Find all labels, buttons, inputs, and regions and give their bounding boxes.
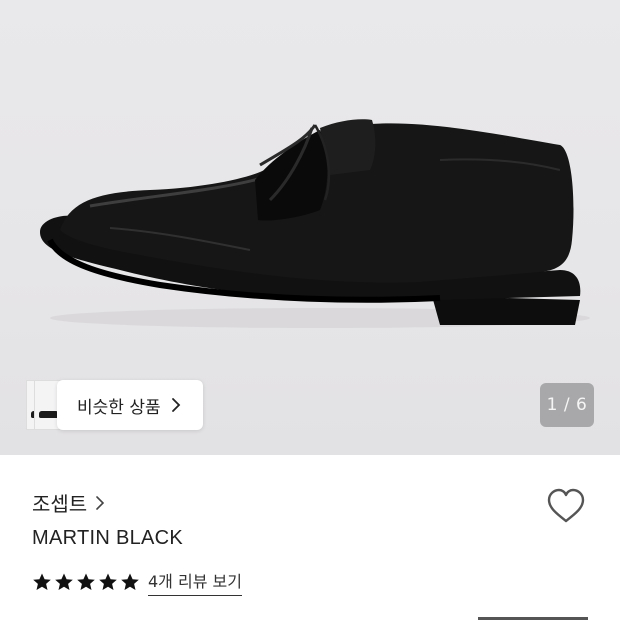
product-image-gallery[interactable]: 비슷한 상품 1 / 6 xyxy=(0,0,620,455)
image-page-indicator: 1 / 6 xyxy=(540,383,594,427)
similar-products-label: 비슷한 상품 xyxy=(77,397,161,418)
heart-outline-icon[interactable] xyxy=(545,487,587,525)
similar-products-button[interactable]: 비슷한 상품 xyxy=(57,380,203,430)
rating-stars xyxy=(32,572,140,592)
star-filled-icon xyxy=(33,573,51,590)
star-filled-icon xyxy=(99,573,117,590)
brand-link[interactable]: 조셉트 xyxy=(32,488,105,517)
chevron-right-icon xyxy=(171,398,180,412)
star-filled-icon xyxy=(77,573,95,590)
product-name: MARTIN BLACK xyxy=(32,527,184,549)
star-filled-icon xyxy=(121,573,139,590)
rating-row: 4개 리뷰 보기 xyxy=(32,568,242,596)
chevron-right-icon xyxy=(96,495,105,510)
brand-name: 조셉트 xyxy=(32,492,88,516)
similar-products: 비슷한 상품 xyxy=(26,380,203,430)
reviews-link[interactable]: 4개 리뷰 보기 xyxy=(148,568,242,596)
star-filled-icon xyxy=(55,573,73,590)
